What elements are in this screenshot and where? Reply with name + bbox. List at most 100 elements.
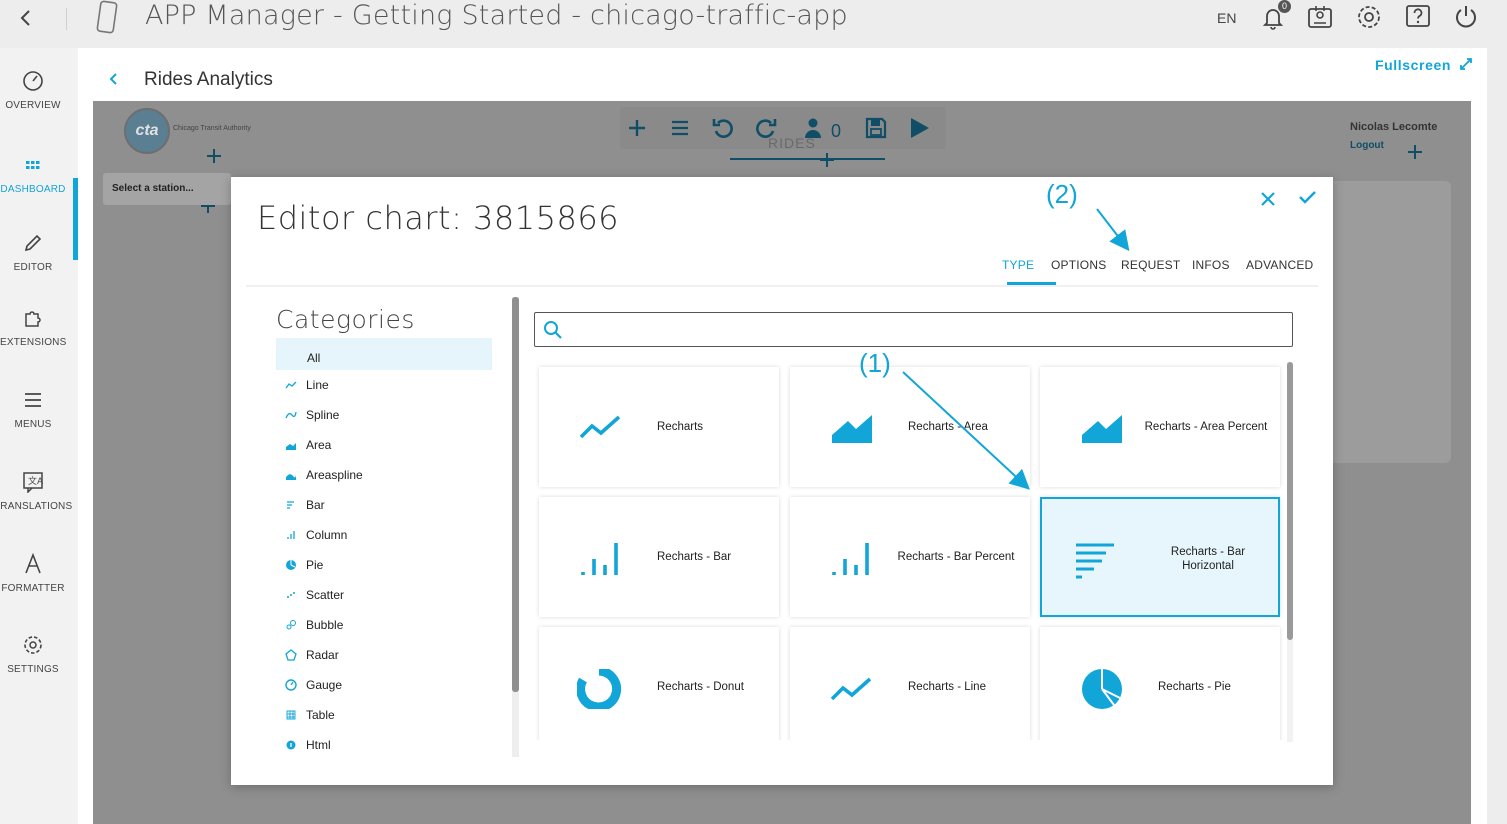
category-item-gauge[interactable]: Gauge [284,675,484,695]
tab-options[interactable]: OPTIONS [1051,258,1106,272]
scrollbar-thumb[interactable] [1287,362,1293,640]
add-widget-icon[interactable] [1408,145,1422,159]
category-item-pie[interactable]: Pie [284,555,484,575]
close-icon[interactable] [1259,190,1277,208]
chart-type-card[interactable]: Recharts - Bar [539,497,779,617]
add-widget-icon[interactable] [820,153,834,167]
fullscreen-button[interactable]: Fullscreen [1375,57,1451,73]
pie-chart-icon [1078,669,1126,709]
category-item-radar[interactable]: Radar [284,645,484,665]
puzzle-icon [22,307,44,329]
contact-card-icon[interactable] [1306,3,1334,31]
app-title: APP Manager - Getting Started - chicago-… [145,0,848,31]
divider [730,158,885,160]
notification-badge: 0 [1278,0,1291,13]
save-icon[interactable] [863,115,889,141]
category-item-line[interactable]: Line [284,375,484,395]
html-icon [284,738,298,752]
category-item-area[interactable]: Area [284,435,484,455]
sidebar-item-settings[interactable]: SETTINGS [0,634,78,704]
bar-chart-icon [1076,539,1124,579]
area-chart-icon [828,409,876,449]
categories-title: Categories [276,305,415,334]
sidebar-item-label: FORMATTER [1,583,65,594]
phone-icon [93,0,121,36]
user-name: Nicolas Lecomte [1350,121,1438,133]
sidebar-item-dashboard[interactable]: DASHBOARD [0,154,78,224]
chart-type-card[interactable]: Recharts - Area [790,367,1030,487]
dashboard-widget [1313,181,1451,463]
add-widget-icon[interactable] [207,149,221,163]
pencil-icon [22,232,44,254]
tab-bar: TYPE OPTIONS REQUEST INFOS ADVANCED [246,247,1318,287]
areaspline-chart-icon [284,468,298,482]
line-chart-icon [828,669,876,709]
scrollbar-thumb[interactable] [512,297,519,692]
chart-type-card-selected[interactable]: Recharts - Bar Horizontal [1040,497,1280,617]
sidebar-item-formatter[interactable]: FORMATTER [0,553,78,623]
svg-text:文A: 文A [28,475,44,487]
area-chart-icon [284,438,298,452]
category-item-scatter[interactable]: Scatter [284,585,484,605]
translate-icon: 文A [22,471,44,493]
language-selector[interactable]: EN [1217,10,1236,26]
chart-editor-modal: Editor chart: 3815866 TYPE OPTIONS REQUE… [231,177,1333,785]
search-input[interactable] [534,312,1293,347]
sidebar-item-extensions[interactable]: EXTENSIONS [0,307,78,377]
chevron-left-icon[interactable] [106,68,122,90]
station-select[interactable]: Select a station... [103,173,231,205]
category-item-bubble[interactable]: Bubble [284,615,484,635]
tab-infos[interactable]: INFOS [1192,258,1230,272]
gear-icon [22,634,44,656]
help-icon[interactable] [1404,3,1432,31]
category-item-table[interactable]: Table [284,705,484,725]
spline-chart-icon [284,408,298,422]
sidebar-item-label: TRANSLATIONS [0,501,72,512]
divider [66,8,67,30]
logout-link[interactable]: Logout [1350,140,1384,151]
column-chart-icon [284,528,298,542]
play-icon[interactable] [906,115,932,141]
list-icon[interactable] [667,115,693,141]
tab-advanced[interactable]: ADVANCED [1246,258,1313,272]
sidebar: OVERVIEW DASHBOARD EDITOR EXTENSIONS MEN… [0,48,78,824]
tab-type[interactable]: TYPE [1002,258,1034,272]
user-count: 0 [831,121,842,141]
category-item-bar[interactable]: Bar [284,495,484,515]
table-icon [284,708,298,722]
category-item-all[interactable]: All [276,338,492,370]
chart-type-card[interactable]: Recharts - Line [790,627,1030,740]
chart-type-card[interactable]: Recharts - Donut [539,627,779,740]
check-icon[interactable] [1297,188,1317,206]
line-chart-icon [577,409,625,449]
chart-type-card[interactable]: Recharts - Pie [1040,627,1280,740]
pie-chart-icon [284,558,298,572]
chart-type-card[interactable]: Recharts [539,367,779,487]
undo-icon[interactable] [710,115,736,141]
category-item-html[interactable]: Html [284,735,484,755]
chart-type-card[interactable]: Recharts - Area Percent [1040,367,1280,487]
category-item-column[interactable]: Column [284,525,484,545]
gear-icon[interactable] [1355,3,1383,31]
category-item-areaspline[interactable]: Areaspline [284,465,484,485]
tab-request[interactable]: REQUEST [1121,258,1180,272]
chart-type-grid: Recharts Recharts - Area Recharts - Area… [534,362,1286,740]
expand-icon[interactable] [1458,56,1474,72]
radar-chart-icon [284,648,298,662]
bubble-chart-icon [284,618,298,632]
sidebar-item-overview[interactable]: OVERVIEW [0,70,78,140]
annotation-step-2: (2) [1046,179,1078,209]
back-icon[interactable] [16,6,36,30]
category-item-spline[interactable]: Spline [284,405,484,425]
sidebar-item-menus[interactable]: MENUS [0,389,78,459]
modal-title: Editor chart: 3815866 [257,199,620,237]
column-chart-icon [828,539,876,579]
add-icon[interactable] [624,115,650,141]
sidebar-item-translations[interactable]: 文A TRANSLATIONS [0,471,78,541]
speedometer-icon [22,70,44,92]
power-icon[interactable] [1452,3,1480,31]
formatter-icon [22,553,44,575]
sidebar-item-editor[interactable]: EDITOR [0,232,78,302]
donut-chart-icon [577,669,625,709]
chart-type-card[interactable]: Recharts - Bar Percent [790,497,1030,617]
